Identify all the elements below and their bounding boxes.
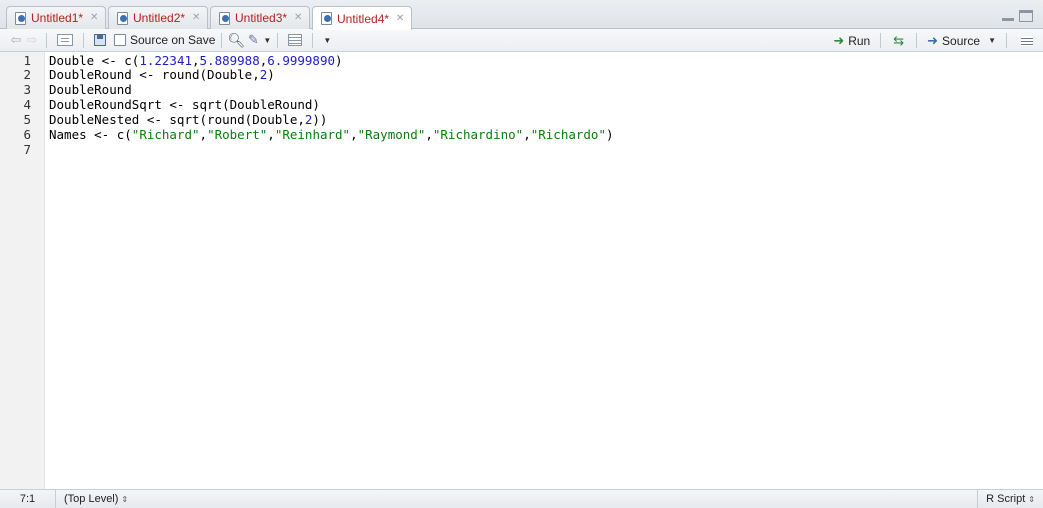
r-document-icon (321, 12, 332, 25)
close-tab-icon[interactable]: ✕ (192, 13, 200, 23)
number-token: 2 (304, 112, 313, 127)
source-on-save-label[interactable]: Source on Save (130, 33, 215, 47)
line-number: 6 (23, 127, 31, 142)
rerun-icon[interactable]: ⇆ (893, 33, 904, 49)
source-label: Source (942, 33, 981, 48)
code-line[interactable]: DoubleNested <- sqrt(round(Double,2)) (49, 112, 1043, 127)
close-tab-icon[interactable]: ✕ (90, 13, 98, 23)
r-document-icon (117, 11, 128, 25)
line-number: 3 (23, 82, 31, 97)
search-icon[interactable]: 🔍︎ (228, 30, 246, 50)
toolbar-divider (880, 33, 882, 48)
r-document-icon (219, 11, 230, 25)
source-button[interactable]: ➜ Source ▼ (923, 33, 1000, 49)
run-label: Run (848, 33, 871, 48)
tab-untitled3[interactable]: Untitled3* ✕ (210, 6, 310, 29)
code-line[interactable]: Double <- c(1.22341,5.889988,6.9999890) (49, 52, 1043, 68)
toolbar-right-group: ➜ Run ⇆ ➜ Source ▼ (829, 29, 1043, 52)
string-token: "Richard" (131, 127, 200, 142)
chevron-down-icon[interactable]: ▼ (263, 36, 271, 45)
scope-selector[interactable]: (Top Level) ⇕ (64, 490, 128, 508)
file-type-label: R Script (986, 493, 1026, 505)
close-tab-icon[interactable]: ✕ (294, 13, 302, 23)
updown-chevron-icon: ⇕ (1028, 495, 1035, 504)
maximize-pane-icon[interactable] (1019, 10, 1033, 22)
toolbar-divider (312, 32, 314, 48)
tab-untitled1[interactable]: Untitled1* ✕ (6, 6, 106, 29)
line-number-gutter: 1 2 3 4 5 6 7 (0, 52, 45, 489)
string-token: "Raymond" (357, 127, 426, 142)
compile-report-icon[interactable] (288, 34, 303, 46)
tab-label: Untitled2* (133, 11, 186, 25)
code-line[interactable] (49, 142, 1043, 157)
r-document-icon (15, 11, 26, 25)
forward-arrow-icon[interactable]: ⇨ (24, 30, 40, 50)
code-editor[interactable]: 1 2 3 4 5 6 7 Double <- c(1.22341,5.8899… (0, 52, 1043, 489)
chevron-down-icon[interactable]: ▼ (988, 36, 996, 45)
more-options-chevron-icon[interactable]: ▼ (323, 36, 331, 45)
toolbar-divider (221, 32, 223, 48)
string-token: "Richardo" (530, 127, 606, 142)
number-token: 1.22341 (139, 53, 192, 68)
number-token: 6.9999890 (267, 53, 336, 68)
minimize-pane-icon[interactable] (1001, 10, 1015, 22)
updown-chevron-icon: ⇕ (121, 495, 129, 504)
code-line[interactable]: Names <- c("Richard","Robert","Reinhard"… (49, 127, 1043, 142)
document-outline-icon[interactable] (1021, 35, 1033, 46)
code-line[interactable]: DoubleRound <- round(Double,2) (49, 67, 1043, 82)
back-arrow-icon[interactable]: ⇦ (8, 30, 24, 50)
status-bar: 7:1 (Top Level) ⇕ R Script ⇕ (0, 489, 1043, 508)
code-line[interactable]: DoubleRoundSqrt <- sqrt(DoubleRound) (49, 97, 1043, 112)
number-token: 2 (259, 67, 268, 82)
cursor-position: 7:1 (0, 490, 56, 508)
string-token: "Robert" (207, 127, 268, 142)
tab-label: Untitled4* (337, 11, 390, 26)
source-arrow-icon: ➜ (927, 32, 939, 48)
line-number: 7 (23, 142, 31, 157)
tab-label: Untitled3* (235, 11, 288, 25)
run-button[interactable]: ➜ Run (829, 33, 874, 49)
close-tab-icon[interactable]: ✕ (396, 13, 404, 24)
code-tools-wand-icon[interactable]: ✎ (244, 30, 262, 50)
toolbar-divider (83, 32, 84, 48)
toolbar-divider (277, 32, 279, 48)
show-in-window-icon[interactable] (57, 34, 73, 46)
file-type-selector[interactable]: R Script ⇕ (977, 490, 1043, 508)
string-token: "Reinhard" (274, 127, 351, 142)
code-area[interactable]: Double <- c(1.22341,5.889988,6.9999890) … (49, 52, 1043, 157)
pane-window-controls (1001, 10, 1033, 22)
tab-untitled4[interactable]: Untitled4* ✕ (312, 6, 412, 30)
tab-untitled2[interactable]: Untitled2* ✕ (108, 6, 208, 29)
line-number: 5 (23, 112, 31, 127)
toolbar-divider (46, 32, 47, 48)
scope-label: (Top Level) (64, 493, 119, 505)
line-number: 2 (23, 67, 31, 82)
line-number: 1 (23, 53, 31, 68)
line-number: 4 (23, 97, 31, 112)
save-icon[interactable] (94, 34, 106, 46)
code-line[interactable]: DoubleRound (49, 82, 1043, 97)
editor-toolbar: ⇦ ⇨ Source on Save 🔍︎ ✎ ▼ ▼ ➜ Run ⇆ ➜ So… (0, 29, 1043, 52)
tab-label: Untitled1* (31, 11, 84, 25)
number-token: 5.889988 (199, 53, 260, 68)
editor-tab-bar: Untitled1* ✕ Untitled2* ✕ Untitled3* ✕ U… (0, 0, 1043, 30)
run-arrow-icon: ➜ (833, 32, 845, 48)
toolbar-divider (1006, 33, 1007, 48)
string-token: "Richardino" (432, 127, 524, 142)
toolbar-divider (916, 33, 918, 48)
source-on-save-checkbox[interactable] (114, 34, 126, 46)
